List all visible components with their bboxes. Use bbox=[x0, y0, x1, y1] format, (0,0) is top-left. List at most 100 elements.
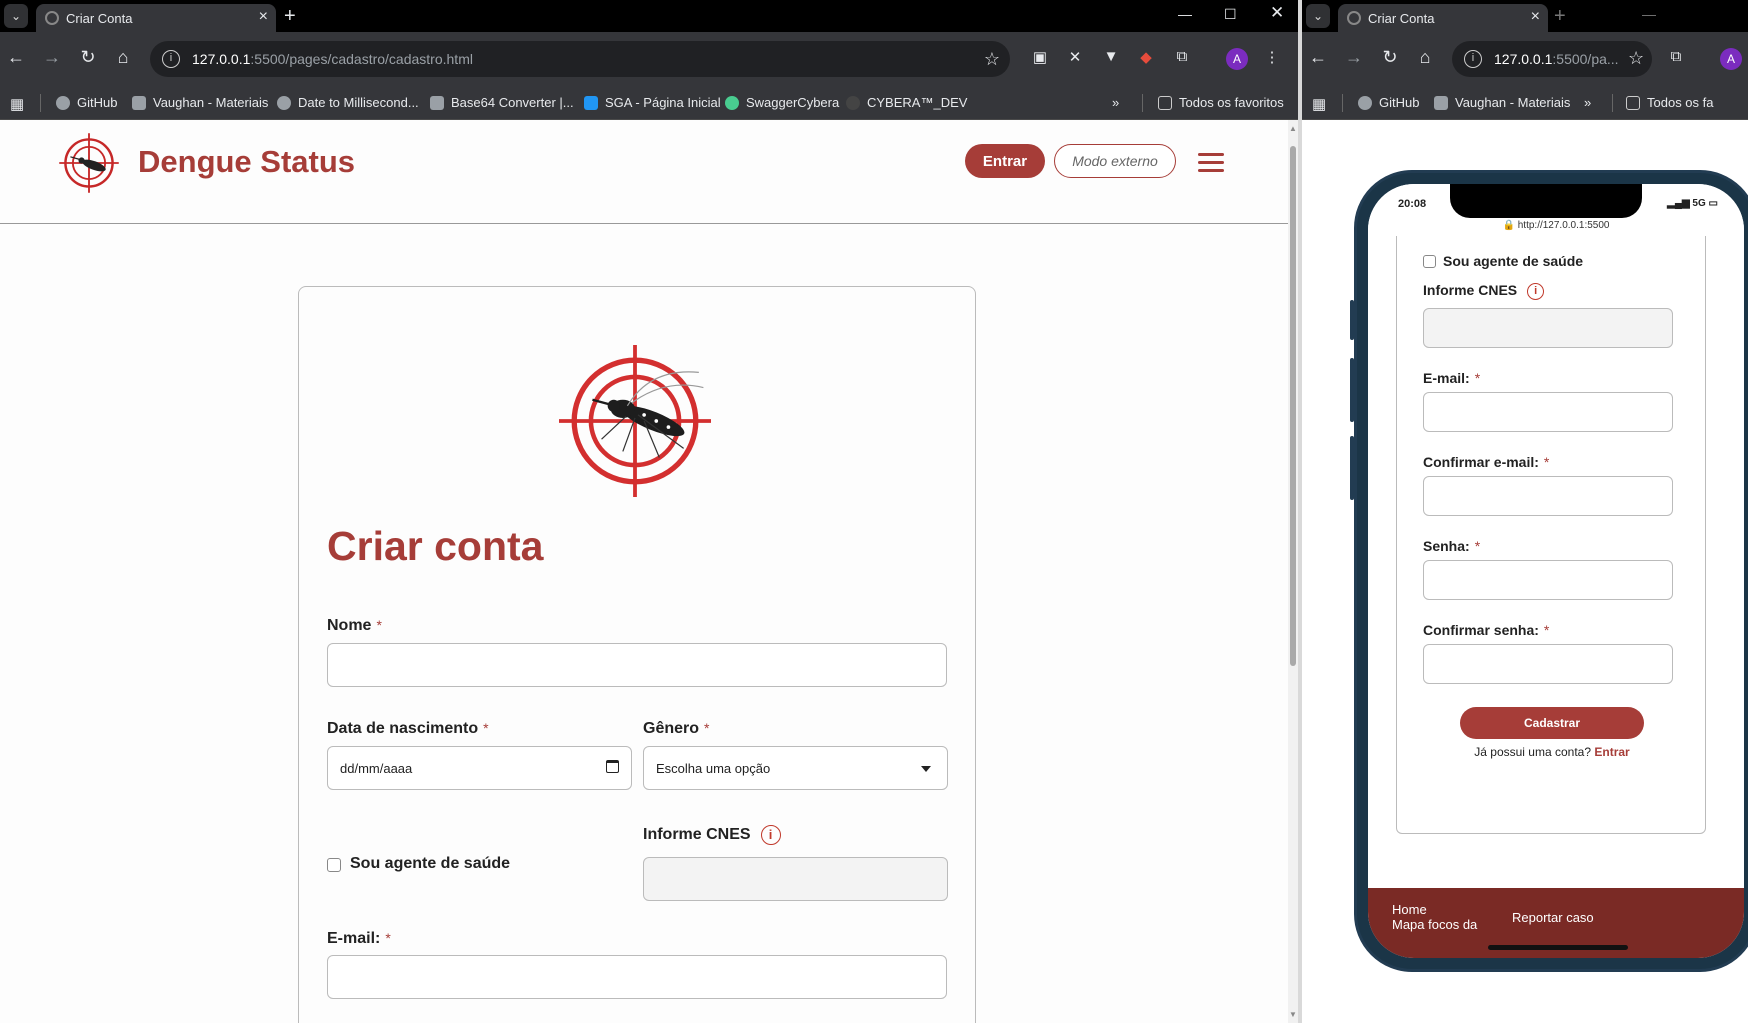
site-header: Dengue Status Entrar Modo externo bbox=[0, 120, 1288, 224]
bookmark-cybera[interactable]: CYBERA™_DEV bbox=[846, 95, 967, 110]
birthdate-input[interactable]: dd/mm/aaaa bbox=[327, 746, 632, 790]
agent-checkbox-label[interactable]: Sou agente de saúde bbox=[350, 855, 510, 873]
login-button[interactable]: Entrar bbox=[965, 144, 1045, 178]
agent-checkbox[interactable] bbox=[1423, 255, 1436, 268]
bookmark-vaughan[interactable]: Vaughan - Materiais bbox=[132, 95, 268, 110]
base64-icon bbox=[430, 95, 444, 110]
new-tab-button[interactable]: + bbox=[284, 4, 296, 28]
cnes-label: Informe CNES i bbox=[643, 825, 781, 845]
cnes-input[interactable] bbox=[1423, 308, 1673, 348]
browser-toolbar: ← → ↻ ⌂ i 127.0.0.1:5500/pa... ☆ ⧉ A bbox=[1302, 32, 1748, 86]
home-button[interactable]: ⌂ bbox=[111, 47, 135, 68]
close-tab-icon[interactable]: × bbox=[259, 8, 268, 26]
bookmark-date-converter[interactable]: Date to Millisecond... bbox=[277, 95, 419, 110]
footer-link-home[interactable]: Home bbox=[1392, 902, 1427, 917]
more-bookmarks-button[interactable]: » bbox=[1584, 95, 1591, 110]
apps-grid-icon[interactable]: ▦ bbox=[1312, 95, 1326, 113]
maximize-button[interactable]: ☐ bbox=[1224, 6, 1237, 23]
calendar-icon[interactable] bbox=[606, 760, 619, 773]
footer-link-map[interactable]: Mapa focos da bbox=[1392, 917, 1477, 932]
apps-grid-icon[interactable]: ▦ bbox=[10, 95, 24, 113]
bookmark-all-favorites[interactable]: Todos os favoritos bbox=[1158, 95, 1284, 110]
bookmark-sga[interactable]: SGA - Página Inicial bbox=[584, 95, 721, 110]
extension-icon[interactable]: ▼ bbox=[1101, 48, 1121, 68]
confirm-password-input[interactable] bbox=[1423, 644, 1673, 684]
forward-button[interactable]: → bbox=[40, 47, 64, 68]
site-brand[interactable]: Dengue Status bbox=[138, 144, 355, 180]
profile-avatar[interactable]: A bbox=[1720, 48, 1742, 70]
cnes-input[interactable] bbox=[643, 857, 948, 901]
email-input[interactable] bbox=[1423, 392, 1673, 432]
reload-button[interactable]: ↻ bbox=[76, 47, 100, 68]
menu-kebab-icon[interactable]: ⋮ bbox=[1262, 48, 1282, 68]
extensions-puzzle-icon[interactable]: ⧉ bbox=[1666, 48, 1686, 68]
bookmark-swagger[interactable]: SwaggerCybera bbox=[725, 95, 839, 110]
tab-search-button[interactable]: ⌄ bbox=[1306, 4, 1330, 28]
close-tab-icon[interactable]: × bbox=[1531, 8, 1540, 26]
scroll-up-arrow[interactable]: ▲ bbox=[1289, 124, 1297, 133]
bookmark-vaughan[interactable]: Vaughan - Materiais bbox=[1434, 95, 1570, 110]
gender-label: Gênero * bbox=[643, 720, 710, 737]
info-icon[interactable]: i bbox=[1527, 282, 1545, 300]
name-input[interactable] bbox=[327, 643, 947, 687]
phone-url: 🔒 http://127.0.0.1:5500 bbox=[1502, 220, 1610, 231]
info-icon[interactable]: i bbox=[760, 825, 781, 845]
sga-icon bbox=[584, 95, 598, 110]
agent-checkbox-label[interactable]: Sou agente de saúde bbox=[1443, 253, 1583, 269]
footer-link-report[interactable]: Reportar caso bbox=[1512, 910, 1594, 925]
tab-criar-conta[interactable]: Criar Conta × bbox=[1338, 4, 1548, 32]
submit-button[interactable]: Cadastrar bbox=[1460, 707, 1644, 739]
minimize-button[interactable]: — bbox=[1642, 6, 1656, 22]
address-bar[interactable]: i 127.0.0.1:5500/pa... bbox=[1452, 41, 1652, 77]
profile-avatar[interactable]: A bbox=[1226, 48, 1248, 70]
new-tab-button[interactable]: + bbox=[1554, 4, 1566, 28]
reload-button[interactable]: ↻ bbox=[1378, 47, 1402, 68]
extension-icon[interactable]: ✕ bbox=[1065, 48, 1085, 68]
minimize-button[interactable]: — bbox=[1178, 6, 1192, 22]
back-button[interactable]: ← bbox=[4, 47, 28, 68]
scroll-down-arrow[interactable]: ▼ bbox=[1289, 1010, 1297, 1019]
bookmark-all-favorites[interactable]: Todos os fa bbox=[1626, 95, 1714, 110]
globe-icon bbox=[45, 11, 59, 25]
site-info-icon[interactable]: i bbox=[162, 50, 180, 68]
main-browser-window: ⌄ Criar Conta × + — ☐ ✕ ← → ↻ ⌂ i 127.0.… bbox=[0, 0, 1298, 1023]
tab-title: Criar Conta bbox=[66, 10, 133, 26]
bookmark-github[interactable]: GitHub bbox=[1358, 95, 1419, 110]
email-input[interactable] bbox=[327, 955, 947, 999]
agent-checkbox[interactable] bbox=[327, 858, 341, 872]
bookmark-github[interactable]: GitHub bbox=[56, 95, 117, 110]
close-window-button[interactable]: ✕ bbox=[1270, 3, 1284, 23]
mosquito-logo-icon[interactable] bbox=[58, 132, 120, 194]
phone-time: 20:08 bbox=[1398, 198, 1427, 210]
extension-icon[interactable]: ◆ bbox=[1136, 48, 1156, 68]
email-label: E-mail: * bbox=[327, 930, 391, 947]
scroll-thumb[interactable] bbox=[1290, 146, 1296, 666]
login-link[interactable]: Entrar bbox=[1594, 745, 1629, 759]
bookmark-star-icon[interactable]: ☆ bbox=[984, 49, 1000, 70]
hamburger-menu-icon[interactable] bbox=[1198, 153, 1224, 173]
password-input[interactable] bbox=[1423, 560, 1673, 600]
external-mode-button[interactable]: Modo externo bbox=[1054, 144, 1176, 178]
address-bar[interactable]: i 127.0.0.1:5500/pages/cadastro/cadastro… bbox=[150, 41, 1010, 77]
bookmark-base64[interactable]: Base64 Converter |... bbox=[430, 95, 574, 110]
tab-search-button[interactable]: ⌄ bbox=[4, 4, 28, 28]
github-icon bbox=[56, 95, 70, 110]
browser-toolbar: ← → ↻ ⌂ i 127.0.0.1:5500/pages/cadastro/… bbox=[0, 32, 1298, 86]
phone-screen: Sou agente de saúde Informe CNES i E-mail… bbox=[1368, 184, 1744, 958]
confirm-email-input[interactable] bbox=[1423, 476, 1673, 516]
globe-icon bbox=[1347, 11, 1361, 25]
bookmark-star-icon[interactable]: ☆ bbox=[1628, 48, 1644, 69]
tab-criar-conta[interactable]: Criar Conta × bbox=[36, 4, 276, 32]
site-info-icon[interactable]: i bbox=[1464, 50, 1482, 68]
forward-button[interactable]: → bbox=[1342, 47, 1366, 68]
page-scrollbar[interactable]: ▲ ▼ bbox=[1288, 120, 1298, 1023]
more-bookmarks-button[interactable]: » bbox=[1112, 95, 1119, 110]
bookmark-separator bbox=[1612, 94, 1613, 112]
extension-icon[interactable]: ▣ bbox=[1030, 48, 1050, 68]
bookmarks-bar: ▦ GitHub Vaughan - Materiais Date to Mil… bbox=[0, 86, 1298, 120]
confirm-email-label: Confirmar e-mail: * bbox=[1423, 454, 1550, 470]
extensions-puzzle-icon[interactable]: ⧉ bbox=[1172, 48, 1192, 68]
back-button[interactable]: ← bbox=[1306, 47, 1330, 68]
home-button[interactable]: ⌂ bbox=[1413, 47, 1437, 68]
gender-select[interactable]: Escolha uma opção bbox=[643, 746, 948, 790]
